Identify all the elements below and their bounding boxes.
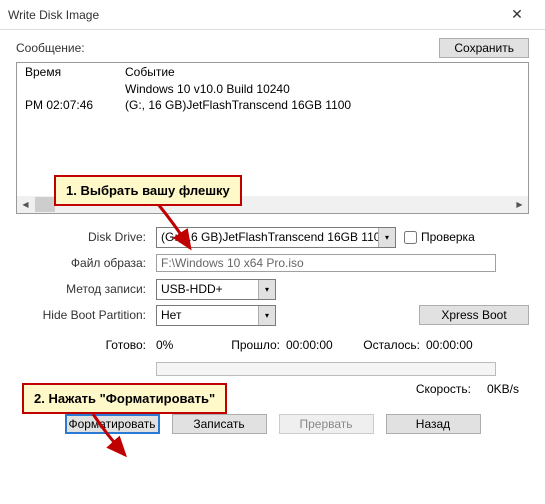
remain-label: Осталось: — [356, 338, 426, 352]
speed-label: Скорость: — [416, 382, 487, 396]
window-title: Write Disk Image — [8, 8, 99, 22]
save-button[interactable]: Сохранить — [439, 38, 529, 58]
write-method-select[interactable]: USB-HDD+ ▾ — [156, 279, 276, 300]
progress-bar — [156, 362, 496, 376]
speed-value: 0KB/s — [487, 382, 519, 396]
scroll-right-icon[interactable]: ▶ — [511, 196, 528, 213]
chevron-down-icon[interactable]: ▾ — [258, 306, 275, 325]
write-button[interactable]: Записать — [172, 414, 267, 434]
hide-boot-select[interactable]: Нет ▾ — [156, 305, 276, 326]
log-row: Windows 10 v10.0 Build 10240 — [17, 81, 528, 97]
verify-checkbox-input[interactable] — [404, 231, 417, 244]
chevron-down-icon[interactable]: ▾ — [258, 280, 275, 299]
done-value: 0% — [156, 338, 226, 352]
remain-value: 00:00:00 — [426, 338, 496, 352]
chevron-down-icon[interactable]: ▾ — [378, 228, 395, 247]
xpress-boot-button[interactable]: Xpress Boot — [419, 305, 529, 325]
image-file-label: Файл образа: — [16, 256, 156, 270]
message-label: Сообщение: — [16, 41, 85, 55]
annotation-arrow-1 — [150, 200, 210, 260]
elapsed-value: 00:00:00 — [286, 338, 356, 352]
log-col-event: Событие — [125, 65, 520, 79]
annotation-note-2: 2. Нажать "Форматировать" — [22, 383, 227, 414]
done-label: Готово: — [16, 338, 156, 352]
log-row: PM 02:07:46 (G:, 16 GB)JetFlashTranscend… — [17, 97, 528, 113]
log-col-time: Время — [25, 65, 125, 79]
scroll-left-icon[interactable]: ◀ — [17, 196, 34, 213]
back-button[interactable]: Назад — [386, 414, 481, 434]
hide-boot-label: Hide Boot Partition: — [16, 308, 156, 322]
close-icon[interactable]: ✕ — [497, 6, 537, 23]
elapsed-label: Прошло: — [226, 338, 286, 352]
abort-button: Прервать — [279, 414, 374, 434]
annotation-arrow-2 — [85, 410, 145, 465]
verify-checkbox[interactable]: Проверка — [404, 230, 475, 244]
annotation-note-1: 1. Выбрать вашу флешку — [54, 175, 242, 206]
disk-drive-label: Disk Drive: — [16, 230, 156, 244]
write-method-label: Метод записи: — [16, 282, 156, 296]
